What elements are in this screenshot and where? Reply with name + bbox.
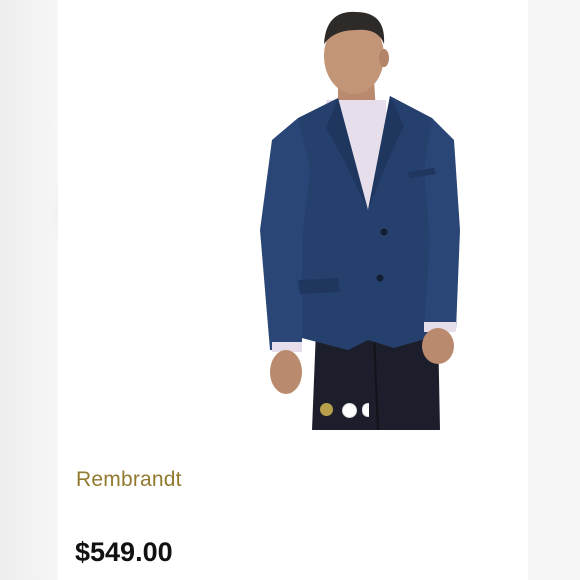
product-card[interactable]: Rembrandt $549.00 bbox=[58, 0, 528, 580]
product-price: $549.00 bbox=[75, 537, 173, 567]
background-left-panel bbox=[0, 0, 58, 580]
carousel-dot-3[interactable] bbox=[362, 403, 369, 417]
background-right-panel bbox=[527, 0, 580, 580]
carousel-dot-1[interactable] bbox=[320, 403, 333, 416]
product-brand[interactable]: Rembrandt bbox=[76, 468, 182, 492]
product-image[interactable] bbox=[198, 0, 518, 430]
carousel-indicators[interactable] bbox=[320, 401, 380, 418]
carousel-dot-2[interactable] bbox=[342, 403, 357, 418]
model-illustration bbox=[260, 11, 460, 430]
